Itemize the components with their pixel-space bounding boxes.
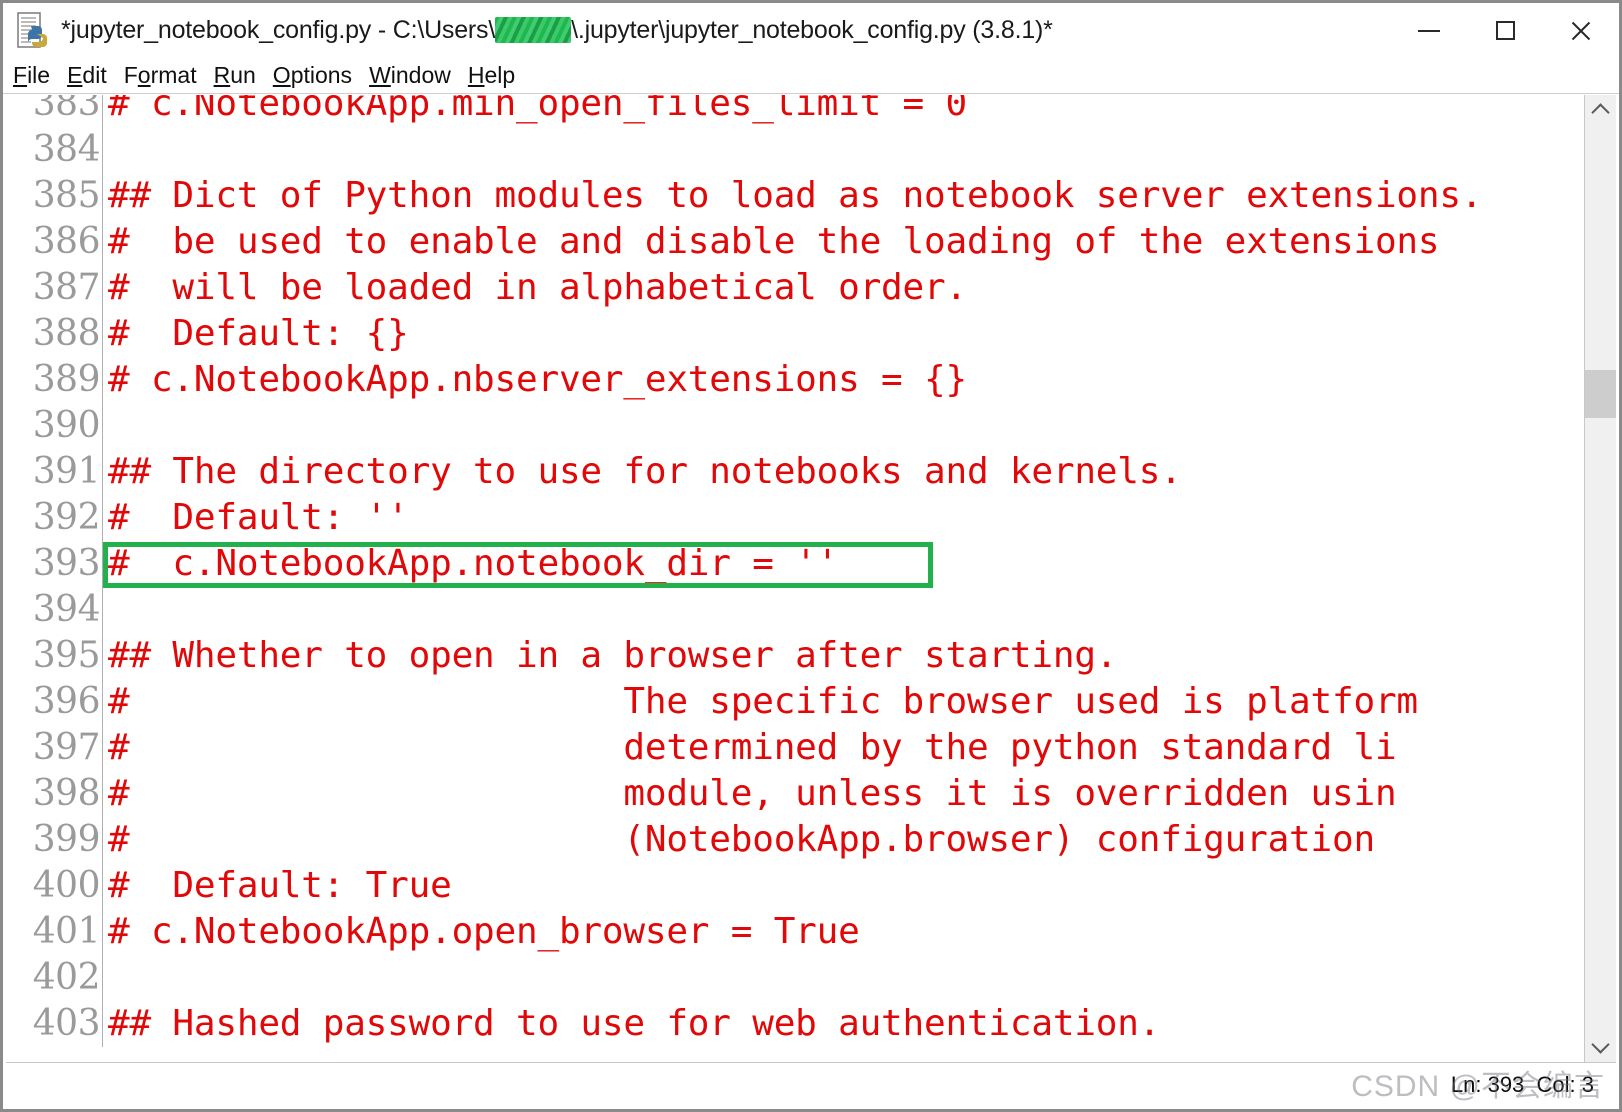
code-pane[interactable]: 383 # c.NotebookApp.min_open_files_limit … <box>6 95 1584 1047</box>
code-editor[interactable]: 383 # c.NotebookApp.min_open_files_limit … <box>6 95 1585 1062</box>
code-line-395[interactable]: 395 ## Whether to open in a browser after… <box>6 633 1584 679</box>
chevron-down-icon <box>1591 1035 1610 1054</box>
window-title-head: *jupyter_notebook_config.py - C:\Users\ <box>61 16 496 44</box>
code-line-392[interactable]: 392 # Default: '' <box>6 495 1584 541</box>
code-text[interactable]: # The specific browser used is platform <box>103 679 1584 725</box>
scrollbar-thumb[interactable] <box>1585 370 1616 418</box>
title-bar[interactable]: *jupyter_notebook_config.py - C:\Users\ \… <box>3 3 1619 58</box>
window-controls <box>1391 3 1619 58</box>
code-text[interactable]: ## Hashed password to use for web authen… <box>103 1001 1584 1047</box>
code-text[interactable]: # c.NotebookApp.open_browser = True <box>103 909 1584 955</box>
scroll-down-button[interactable] <box>1585 1031 1616 1062</box>
line-number: 383 <box>6 95 103 127</box>
code-text[interactable]: ## Whether to open in a browser after st… <box>103 633 1584 679</box>
line-number: 398 <box>6 771 103 817</box>
code-line-400[interactable]: 400 # Default: True <box>6 863 1584 909</box>
code-text[interactable]: # be used to enable and disable the load… <box>103 219 1584 265</box>
line-number: 390 <box>6 403 103 449</box>
scroll-up-button[interactable] <box>1585 95 1616 126</box>
code-text[interactable]: # c.NotebookApp.nbserver_extensions = {} <box>103 357 1584 403</box>
code-text[interactable] <box>103 587 1584 633</box>
code-line-391[interactable]: 391 ## The directory to use for notebooks… <box>6 449 1584 495</box>
line-number: 391 <box>6 449 103 495</box>
line-number: 395 <box>6 633 103 679</box>
code-text[interactable]: # c.NotebookApp.notebook_dir = '' <box>103 541 1584 587</box>
close-button[interactable] <box>1543 3 1619 58</box>
code-text[interactable] <box>103 955 1584 1001</box>
code-text[interactable]: # c.NotebookApp.min_open_files_limit = 0 <box>103 95 1584 127</box>
code-text[interactable] <box>103 403 1584 449</box>
code-text[interactable]: # Default: {} <box>103 311 1584 357</box>
code-line-403[interactable]: 403 ## Hashed password to use for web aut… <box>6 1001 1584 1047</box>
code-line-396[interactable]: 396 # The specific browser used is platfo… <box>6 679 1584 725</box>
window-title-tail: \.jupyter\jupyter_notebook_config.py (3.… <box>571 16 1053 44</box>
code-line-397[interactable]: 397 # determined by the python standard l… <box>6 725 1584 771</box>
code-line-388[interactable]: 388 # Default: {} <box>6 311 1584 357</box>
maximize-icon <box>1495 21 1515 40</box>
code-line-386[interactable]: 386 # be used to enable and disable the l… <box>6 219 1584 265</box>
line-number: 400 <box>6 863 103 909</box>
code-text[interactable]: # Default: '' <box>103 495 1584 541</box>
close-icon <box>1569 19 1593 43</box>
code-line-393[interactable]: 393 # c.NotebookApp.notebook_dir = '' <box>6 541 1584 587</box>
line-number: 392 <box>6 495 103 541</box>
line-number: 397 <box>6 725 103 771</box>
editor-area: 383 # c.NotebookApp.min_open_files_limit … <box>6 95 1616 1062</box>
menu-item-edit[interactable]: Edit <box>67 62 107 89</box>
code-text[interactable]: # module, unless it is overridden usin <box>103 771 1584 817</box>
line-number: 388 <box>6 311 103 357</box>
code-line-385[interactable]: 385 ## Dict of Python modules to load as … <box>6 173 1584 219</box>
code-line-398[interactable]: 398 # module, unless it is overridden usi… <box>6 771 1584 817</box>
python-file-icon <box>17 11 51 50</box>
line-number: 384 <box>6 127 103 173</box>
menu-item-run[interactable]: Run <box>214 62 256 89</box>
line-number: 399 <box>6 817 103 863</box>
code-line-401[interactable]: 401 # c.NotebookApp.open_browser = True <box>6 909 1584 955</box>
code-line-390[interactable]: 390 <box>6 403 1584 449</box>
code-text[interactable] <box>103 127 1584 173</box>
window-title: *jupyter_notebook_config.py - C:\Users\ \… <box>61 16 1053 45</box>
idle-editor-window: *jupyter_notebook_config.py - C:\Users\ \… <box>0 0 1622 1112</box>
maximize-button[interactable] <box>1467 3 1543 58</box>
menu-bar: File Edit Format Run Options Window Help <box>3 58 1619 94</box>
line-number: 396 <box>6 679 103 725</box>
code-line-394[interactable]: 394 <box>6 587 1584 633</box>
code-line-384[interactable]: 384 <box>6 127 1584 173</box>
code-text[interactable]: # Default: True <box>103 863 1584 909</box>
line-number: 393 <box>6 541 103 587</box>
minimize-icon <box>1418 29 1440 32</box>
menu-item-format[interactable]: Format <box>124 62 197 89</box>
minimize-button[interactable] <box>1391 3 1467 58</box>
line-number: 385 <box>6 173 103 219</box>
redacted-username <box>495 17 572 43</box>
vertical-scrollbar[interactable] <box>1585 95 1616 1062</box>
code-text[interactable]: # will be loaded in alphabetical order. <box>103 265 1584 311</box>
menu-item-help[interactable]: Help <box>468 62 515 89</box>
chevron-up-icon <box>1591 103 1610 122</box>
code-line-399[interactable]: 399 # (NotebookApp.browser) configuration <box>6 817 1584 863</box>
code-text[interactable]: ## The directory to use for notebooks an… <box>103 449 1584 495</box>
line-number: 402 <box>6 955 103 1001</box>
menu-item-file[interactable]: File <box>13 62 50 89</box>
code-line-389[interactable]: 389 # c.NotebookApp.nbserver_extensions =… <box>6 357 1584 403</box>
menu-item-options[interactable]: Options <box>273 62 352 89</box>
line-number: 387 <box>6 265 103 311</box>
cursor-position-label: Ln: 393 Col: 3 <box>1450 1071 1594 1097</box>
line-number: 386 <box>6 219 103 265</box>
code-line-383[interactable]: 383 # c.NotebookApp.min_open_files_limit … <box>6 95 1584 127</box>
menu-item-window[interactable]: Window <box>369 62 451 89</box>
code-text[interactable]: # determined by the python standard li <box>103 725 1584 771</box>
code-line-402[interactable]: 402 <box>6 955 1584 1001</box>
line-number: 389 <box>6 357 103 403</box>
line-number: 403 <box>6 1001 103 1047</box>
status-bar: Ln: 393 Col: 3 <box>6 1062 1616 1106</box>
line-number: 394 <box>6 587 103 633</box>
code-text[interactable]: # (NotebookApp.browser) configuration <box>103 817 1584 863</box>
code-line-387[interactable]: 387 # will be loaded in alphabetical orde… <box>6 265 1584 311</box>
line-number: 401 <box>6 909 103 955</box>
code-text[interactable]: ## Dict of Python modules to load as not… <box>103 173 1584 219</box>
